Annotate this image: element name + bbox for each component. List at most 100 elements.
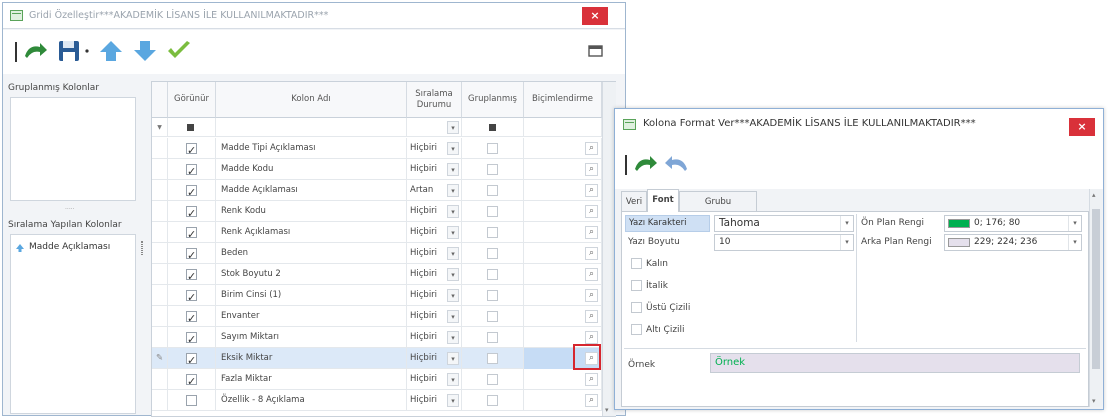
visible-checkbox[interactable] [186, 309, 197, 327]
column-name-cell[interactable]: Özellik - 8 Açıklama [216, 390, 407, 411]
grouped-checkbox[interactable] [487, 374, 498, 385]
redo-arrow-icon[interactable] [21, 38, 49, 64]
back-color-picker[interactable]: 229; 224; 236 ▾ [944, 234, 1082, 251]
grouped-checkbox[interactable] [487, 269, 498, 280]
scroll-down-icon[interactable]: ▾ [605, 406, 609, 414]
column-name-cell[interactable]: Fazla Miktar [216, 369, 407, 390]
filter-grouped-check[interactable] [489, 124, 496, 131]
scroll-down-icon[interactable]: ▾ [1092, 397, 1096, 405]
column-name-cell[interactable]: Sayım Miktarı [216, 327, 407, 348]
sort-state-dropdown[interactable]: ▾ [447, 184, 459, 197]
format-search-icon[interactable]: ⌕ [585, 268, 598, 281]
sort-state-dropdown[interactable]: ▾ [447, 142, 459, 155]
filter-sort-dropdown[interactable]: ▾ [447, 121, 459, 134]
column-name-cell[interactable]: Renk Kodu [216, 201, 407, 222]
panel-resize-grip[interactable] [141, 241, 143, 255]
column-name-cell[interactable]: Eksik Miktar [216, 348, 407, 369]
column-name-cell[interactable]: Madde Kodu [216, 159, 407, 180]
grid-header-grouped[interactable]: Gruplanmış [462, 82, 524, 118]
grid-header-column-name[interactable]: Kolon Adı [216, 82, 407, 118]
sort-state-dropdown[interactable]: ▾ [447, 205, 459, 218]
grouped-checkbox[interactable] [487, 143, 498, 154]
redo-arrow-icon[interactable] [631, 151, 659, 177]
column-name-cell[interactable]: Birim Cinsi (1) [216, 285, 407, 306]
column-name-cell[interactable]: Madde Açıklaması [216, 180, 407, 201]
format-search-icon[interactable]: ⌕ [585, 163, 598, 176]
grouped-columns-list[interactable] [10, 97, 136, 201]
sort-state-dropdown[interactable]: ▾ [447, 331, 459, 344]
format-search-icon[interactable]: ⌕ [585, 142, 598, 155]
format-search-icon[interactable]: ⌕ [585, 310, 598, 323]
tab-data[interactable]: Veri [621, 191, 647, 212]
bold-checkbox[interactable] [631, 258, 642, 269]
table-row[interactable]: Özellik - 8 Açıklama Hiçbiri ▾ ⌕ [152, 390, 602, 411]
format-search-icon[interactable]: ⌕ [585, 226, 598, 239]
visible-checkbox[interactable] [186, 141, 197, 159]
underline-checkbox[interactable] [631, 324, 642, 335]
visible-checkbox[interactable] [186, 162, 197, 180]
column-name-cell[interactable]: Envanter [216, 306, 407, 327]
column-name-cell[interactable]: Beden [216, 243, 407, 264]
size-select[interactable]: 10 ▾ [714, 234, 854, 251]
chevron-down-icon[interactable]: ▾ [840, 235, 853, 250]
sort-state-dropdown[interactable]: ▾ [447, 289, 459, 302]
visible-checkbox[interactable] [186, 246, 197, 264]
visible-checkbox[interactable] [186, 351, 197, 369]
column-name-cell[interactable]: Madde Tipi Açıklaması [216, 138, 407, 159]
table-row[interactable]: Madde AçıklamasıArtan ▾ ⌕ [152, 180, 602, 201]
format-search-icon[interactable]: ⌕ [585, 331, 598, 344]
list-item[interactable]: Madde Açıklaması [15, 240, 133, 256]
grouped-checkbox[interactable] [487, 332, 498, 343]
filter-cell[interactable] [216, 118, 407, 137]
close-button[interactable]: × [582, 7, 608, 25]
splitter-handle[interactable]: ..... [65, 204, 75, 211]
table-row[interactable]: EnvanterHiçbiri ▾ ⌕ [152, 306, 602, 327]
visible-checkbox[interactable] [186, 372, 197, 390]
grouped-checkbox[interactable] [487, 227, 498, 238]
format-search-icon[interactable]: ⌕ [585, 394, 598, 407]
table-row[interactable]: ✎Eksik MiktarHiçbiri▾⌕ [152, 348, 602, 369]
move-up-arrow-icon[interactable] [97, 38, 125, 64]
table-row[interactable]: Madde Tipi AçıklamasıHiçbiri ▾ ⌕ [152, 138, 602, 159]
table-row[interactable]: Stok Boyutu 2Hiçbiri ▾ ⌕ [152, 264, 602, 285]
sort-state-dropdown[interactable]: ▾ [447, 373, 459, 386]
format-search-icon[interactable]: ⌕ [585, 205, 598, 218]
sort-state-dropdown[interactable]: ▾ [447, 163, 459, 176]
grid-header-visible[interactable]: Görünür [168, 82, 216, 118]
format-search-icon[interactable]: ⌕ [585, 247, 598, 260]
visible-checkbox[interactable] [186, 225, 197, 243]
dialog-close-button[interactable]: × [1069, 118, 1095, 136]
fore-color-picker[interactable]: 0; 176; 80 ▾ [944, 215, 1082, 232]
sort-state-dropdown[interactable]: ▾ [447, 352, 459, 365]
tab-group-format[interactable]: Grubu Biçimlendir [679, 191, 757, 227]
sort-state-dropdown[interactable]: ▾ [447, 247, 459, 260]
undo-arrow-icon[interactable] [663, 151, 691, 177]
grid-header-formatting[interactable]: Biçimlendirme [524, 82, 602, 118]
table-row[interactable]: Fazla MiktarHiçbiri ▾ ⌕ [152, 369, 602, 390]
visible-checkbox[interactable] [186, 395, 197, 406]
column-name-cell[interactable]: Renk Açıklaması [216, 222, 407, 243]
chevron-down-icon[interactable]: ▾ [1068, 216, 1081, 231]
visible-checkbox[interactable] [186, 288, 197, 306]
format-search-icon[interactable]: ⌕ [585, 184, 598, 197]
save-dropdown-icon[interactable] [83, 38, 93, 64]
grouped-checkbox[interactable] [487, 353, 498, 364]
column-name-cell[interactable]: Stok Boyutu 2 [216, 264, 407, 285]
scroll-thumb[interactable] [1092, 209, 1100, 369]
table-row[interactable]: Renk KoduHiçbiri ▾ ⌕ [152, 201, 602, 222]
window-icon[interactable] [587, 38, 605, 64]
italic-checkbox[interactable] [631, 280, 642, 291]
sorted-columns-list[interactable]: Madde Açıklaması [10, 234, 136, 414]
apply-check-icon[interactable] [165, 38, 193, 64]
scroll-up-icon[interactable]: ▴ [1092, 191, 1096, 199]
grouped-checkbox[interactable] [487, 395, 498, 406]
grouped-checkbox[interactable] [487, 164, 498, 175]
font-select[interactable]: Tahoma ▾ [714, 215, 854, 232]
visible-checkbox[interactable] [186, 267, 197, 285]
table-row[interactable]: Birim Cinsi (1)Hiçbiri ▾ ⌕ [152, 285, 602, 306]
table-row[interactable]: Sayım MiktarıHiçbiri ▾ ⌕ [152, 327, 602, 348]
chevron-down-icon[interactable]: ▾ [840, 216, 853, 231]
table-row[interactable]: BedenHiçbiri ▾ ⌕ [152, 243, 602, 264]
filter-indeterminate-check[interactable] [187, 124, 194, 131]
visible-checkbox[interactable] [186, 204, 197, 222]
